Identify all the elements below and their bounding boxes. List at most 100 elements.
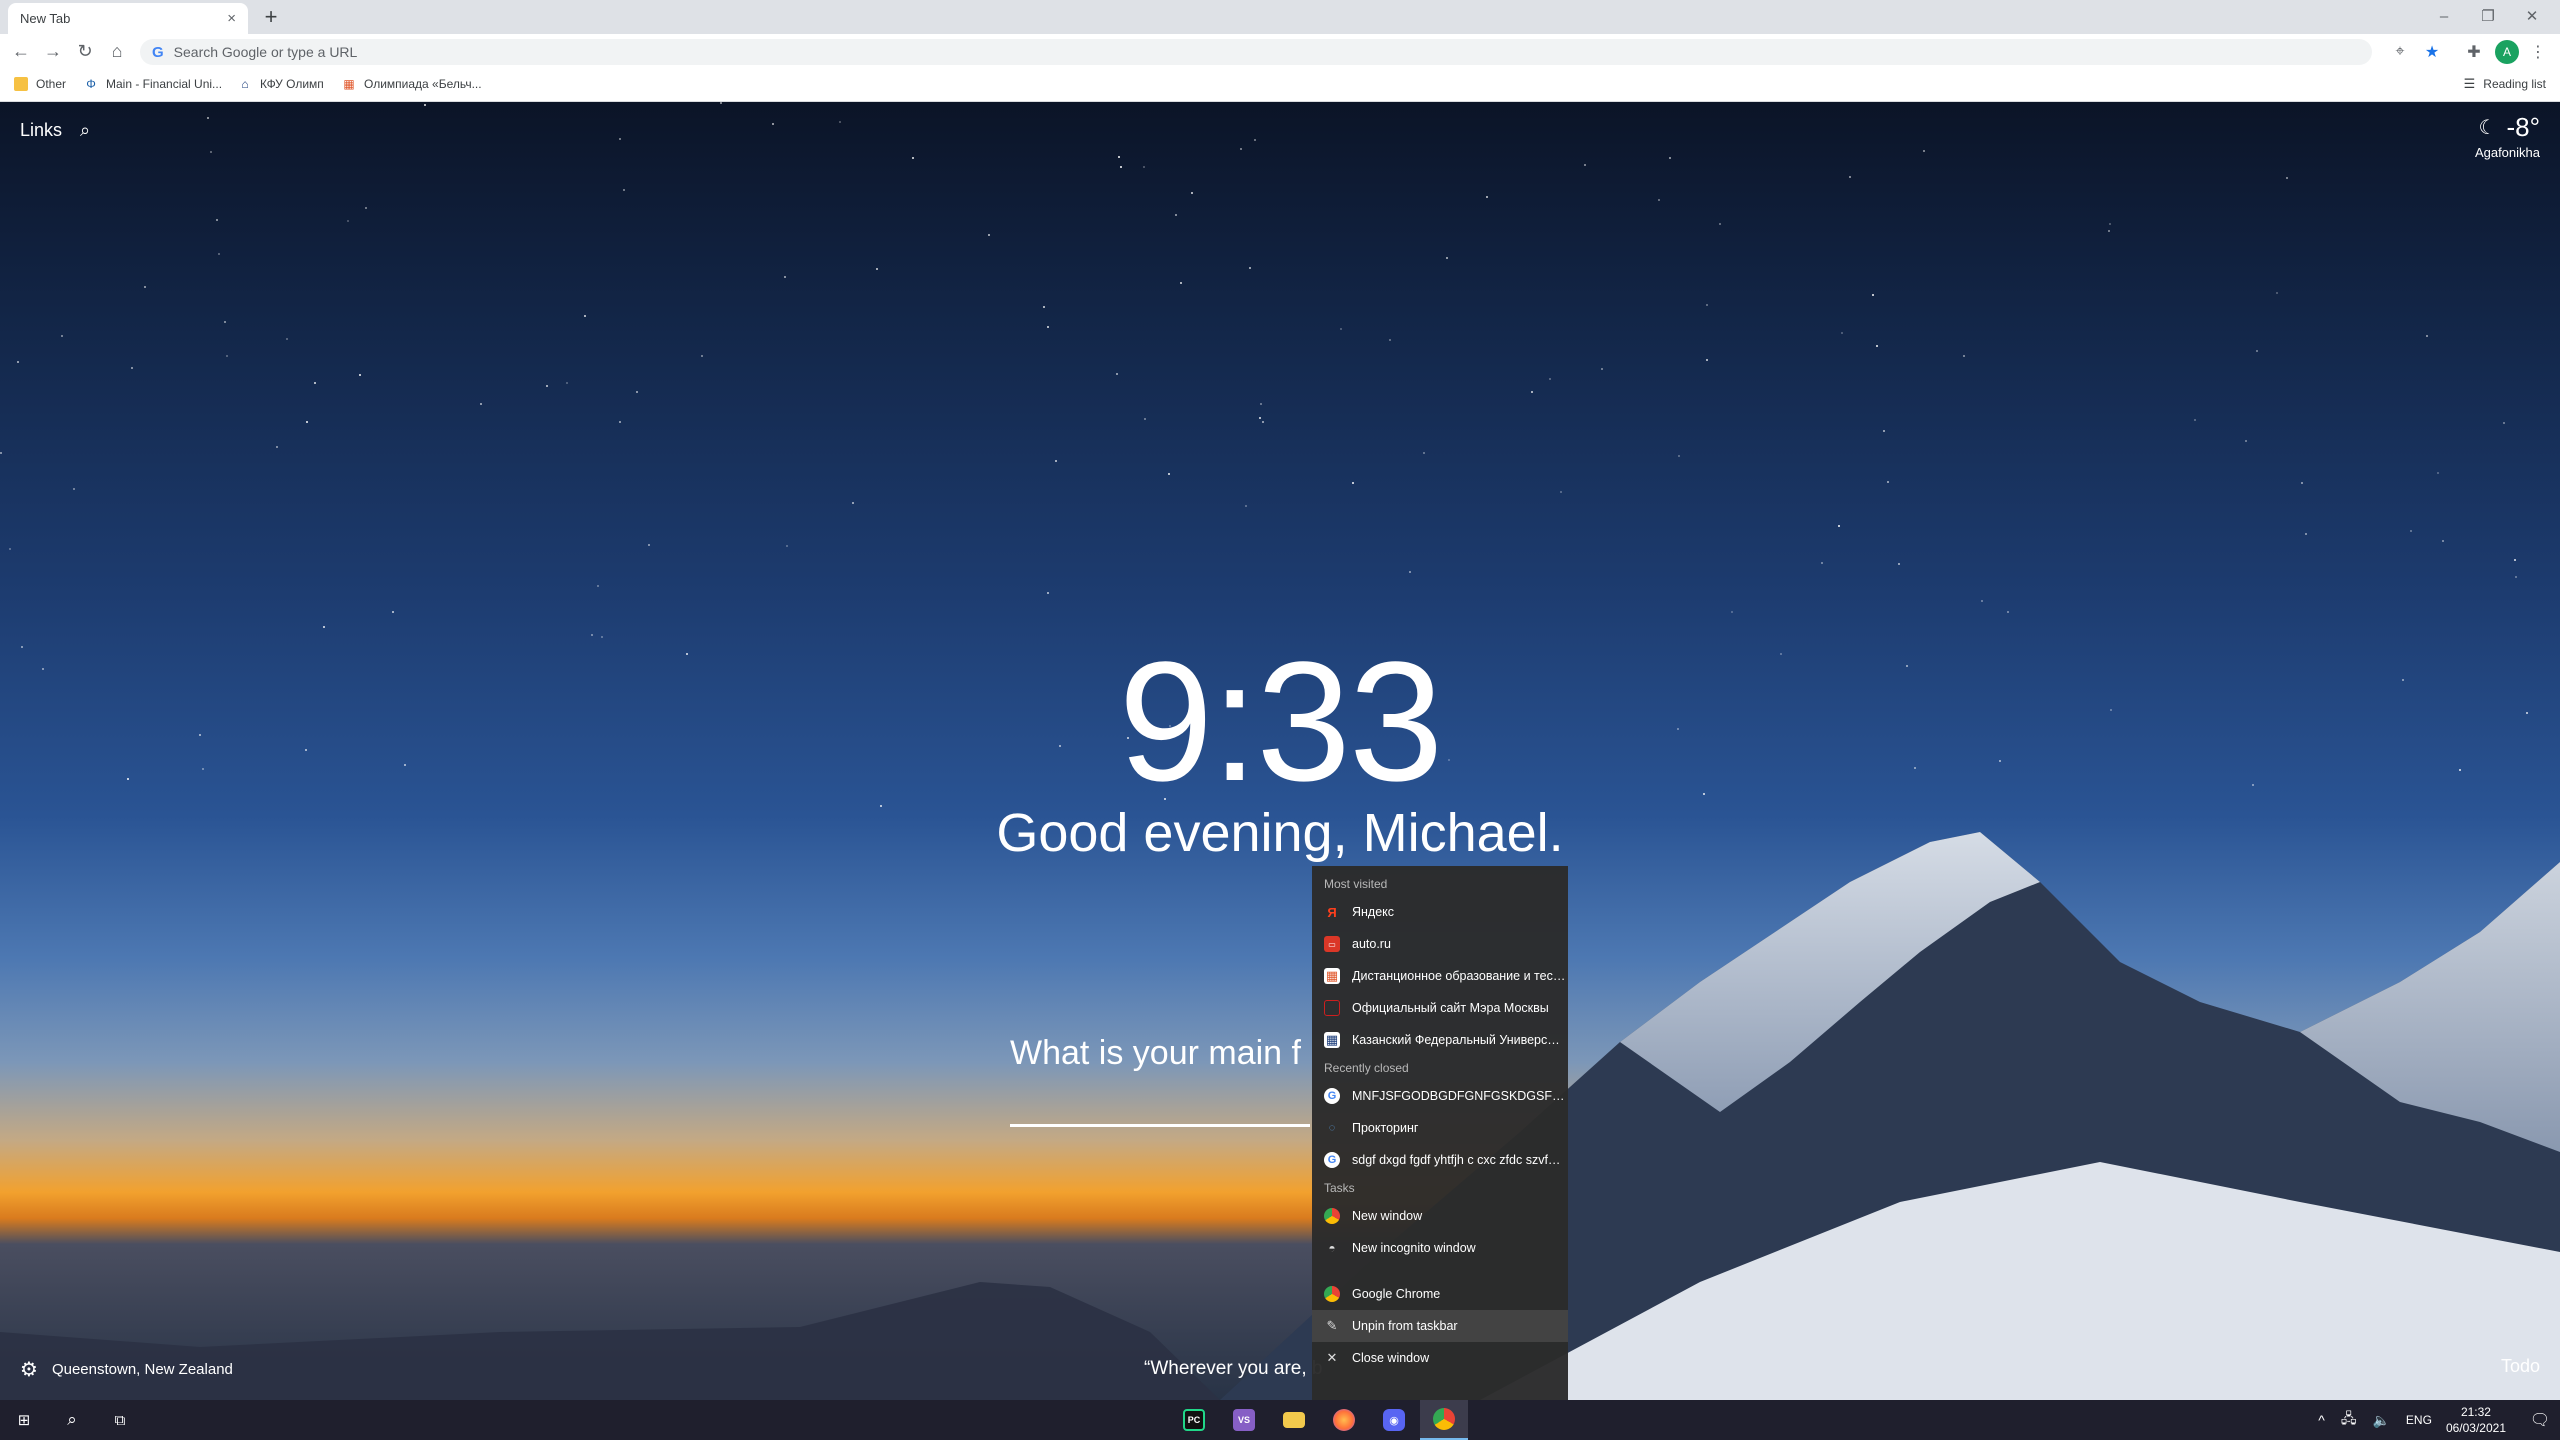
location-icon[interactable]: ⌖ [2388,40,2412,64]
google-icon: G [1324,1088,1340,1104]
weather-temp: -8° [2506,112,2540,142]
new-tab-page: Links ⌕ ☾ -8° Agafonikha 9:33 Good eveni… [0,102,2560,1400]
taskbar-chrome[interactable] [1420,1400,1468,1440]
folder-icon [14,77,28,91]
taskbar-discord[interactable]: ◉ [1370,1400,1418,1440]
profile-avatar[interactable]: A [2495,40,2519,64]
jump-item-google-chrome[interactable]: Google Chrome [1312,1278,1568,1310]
chevron-up-icon[interactable]: ^ [2318,1412,2325,1428]
grid-icon: ▦ [1324,968,1340,984]
restore-button[interactable]: ❐ [2466,0,2510,32]
tab-new-tab[interactable]: New Tab × [8,3,248,34]
jump-item-recent-2[interactable]: ◌ Прокторинг [1312,1112,1568,1144]
volume-icon[interactable]: 🔈 [2372,1412,2389,1429]
discord-icon: ◉ [1383,1409,1405,1431]
weather-widget[interactable]: ☾ -8° Agafonikha [2475,112,2540,160]
omnibox-placeholder: Search Google or type a URL [173,44,358,60]
close-window-button[interactable]: ✕ [2510,0,2554,32]
jump-item-recent-3[interactable]: G sdgf dxgd fgdf yhtfjh c cxc zfdc szvfc… [1312,1144,1568,1176]
clock: 9:33 [1118,627,1444,817]
jump-item-distance-education[interactable]: ▦ Дистанционное образование и тести... [1312,960,1568,992]
gear-icon[interactable]: ⚙ [20,1357,38,1382]
focus-question: What is your main f [1010,1034,1301,1072]
taskbar-jump-list: Most visited Я Яндекс ▭ auto.ru ▦ Дистан… [1312,866,1568,1400]
todo-button[interactable]: Todo [2501,1356,2540,1377]
bookmark-other[interactable]: Other [14,74,66,94]
start-button[interactable]: ⊞ [0,1400,48,1440]
back-icon[interactable]: ← [8,38,34,64]
jump-item-recent-1[interactable]: G MNFJSFGODBGDFGNFGSKDGSFGSA -... [1312,1080,1568,1112]
building-icon: ▦ [1324,1032,1340,1048]
google-icon: G [1324,1152,1340,1168]
photo-info[interactable]: ⚙ Queenstown, New Zealand [20,1357,233,1382]
search-icon: ⌕ [67,1410,77,1429]
weather-location: Agafonikha [2474,145,2540,160]
chrome-icon [1324,1208,1340,1224]
network-icon[interactable]: 🖧 [2341,1408,2357,1432]
tab-close-icon[interactable]: × [227,10,236,27]
proctoring-icon: ◌ [1328,1122,1336,1134]
phi-icon: Φ [86,77,96,91]
bookmark-main-financial[interactable]: Φ Main - Financial Uni... [84,74,222,94]
jump-item-moscow-mayor[interactable]: Официальный сайт Мэра Москвы [1312,992,1568,1024]
minimize-button[interactable]: – [2422,0,2466,32]
new-tab-button[interactable]: + [258,4,284,30]
jump-item-kfu[interactable]: ▦ Казанский Федеральный Университе... [1312,1024,1568,1056]
tasks-header: Tasks [1324,1181,1355,1195]
bookmark-olimpiada[interactable]: ▦ Олимпиада «Бельч... [342,74,481,94]
moon-icon: ☾ [2478,117,2497,139]
visual-studio-icon: VS [1233,1409,1255,1431]
building-icon: ⌂ [241,77,249,91]
taskbar-file-explorer[interactable] [1270,1400,1318,1440]
tab-strip [0,0,2560,34]
extensions-icon[interactable]: ✚ [2462,40,2486,64]
recently-closed-header: Recently closed [1324,1061,1409,1075]
taskbar-clock[interactable]: 21:32 06/03/2021 [2446,1404,2506,1436]
home-icon[interactable]: ⌂ [104,38,130,64]
jump-item-autoru[interactable]: ▭ auto.ru [1312,928,1568,960]
omnibox[interactable]: G Search Google or type a URL [140,39,2372,65]
system-tray: ^ 🖧 🔈 ENG 21:32 06/03/2021 🗨 [2310,1400,2560,1440]
folder-icon [1283,1412,1305,1428]
taskbar-date: 06/03/2021 [2445,1421,2506,1435]
windows-icon: ⊞ [17,1412,31,1429]
jump-item-close-window[interactable]: ✕ Close window [1312,1342,1568,1374]
taskbar-pycharm[interactable]: PC [1170,1400,1218,1440]
language-indicator[interactable]: ENG [2406,1413,2432,1427]
jump-item-new-window[interactable]: New window [1312,1200,1568,1232]
photo-location: Queenstown, New Zealand [51,1361,233,1378]
reading-list-button[interactable]: ☰ Reading list [2464,74,2546,94]
notification-icon[interactable]: 🗨 [2520,1400,2560,1440]
focus-input[interactable] [1010,1124,1310,1127]
jump-item-new-incognito[interactable]: ◓ New incognito window [1312,1232,1568,1264]
yandex-icon: Я [1327,904,1337,920]
bookmark-kfu-olimp[interactable]: ⌂ КФУ Олимп [238,74,323,94]
search-button[interactable]: ⌕ [48,1400,96,1440]
most-visited-header: Most visited [1324,877,1388,891]
links-button[interactable]: Links ⌕ [20,120,90,141]
incognito-icon: ◓ [1328,1241,1336,1255]
jump-item-unpin[interactable]: ✎ Unpin from taskbar [1312,1310,1568,1342]
taskbar-time: 21:32 [2460,1405,2491,1419]
reading-list-icon: ☰ [2463,76,2476,91]
firefox-icon [1333,1409,1355,1431]
autoru-icon: ▭ [1324,936,1340,952]
jump-item-yandex[interactable]: Я Яндекс [1312,896,1568,928]
task-view-button[interactable]: ⧉ [96,1400,144,1440]
taskbar-firefox[interactable] [1320,1400,1368,1440]
chrome-icon [1324,1286,1340,1302]
bookmark-star-icon[interactable]: ★ [2420,40,2444,64]
reload-icon[interactable]: ↻ [72,38,98,64]
greeting: Good evening, Michael. [996,803,1564,863]
menu-icon[interactable]: ⋮ [2526,40,2550,64]
task-view-icon: ⧉ [114,1411,126,1429]
grid-icon: ▦ [343,77,355,91]
taskbar-visual-studio[interactable]: VS [1220,1400,1268,1440]
forward-icon[interactable]: → [40,38,66,64]
unpin-icon: ✎ [1326,1318,1338,1333]
google-icon: G [152,43,164,61]
chrome-icon [1433,1408,1455,1430]
tab-title: New Tab [20,11,71,26]
search-icon[interactable]: ⌕ [80,120,90,141]
pycharm-icon: PC [1183,1409,1205,1431]
